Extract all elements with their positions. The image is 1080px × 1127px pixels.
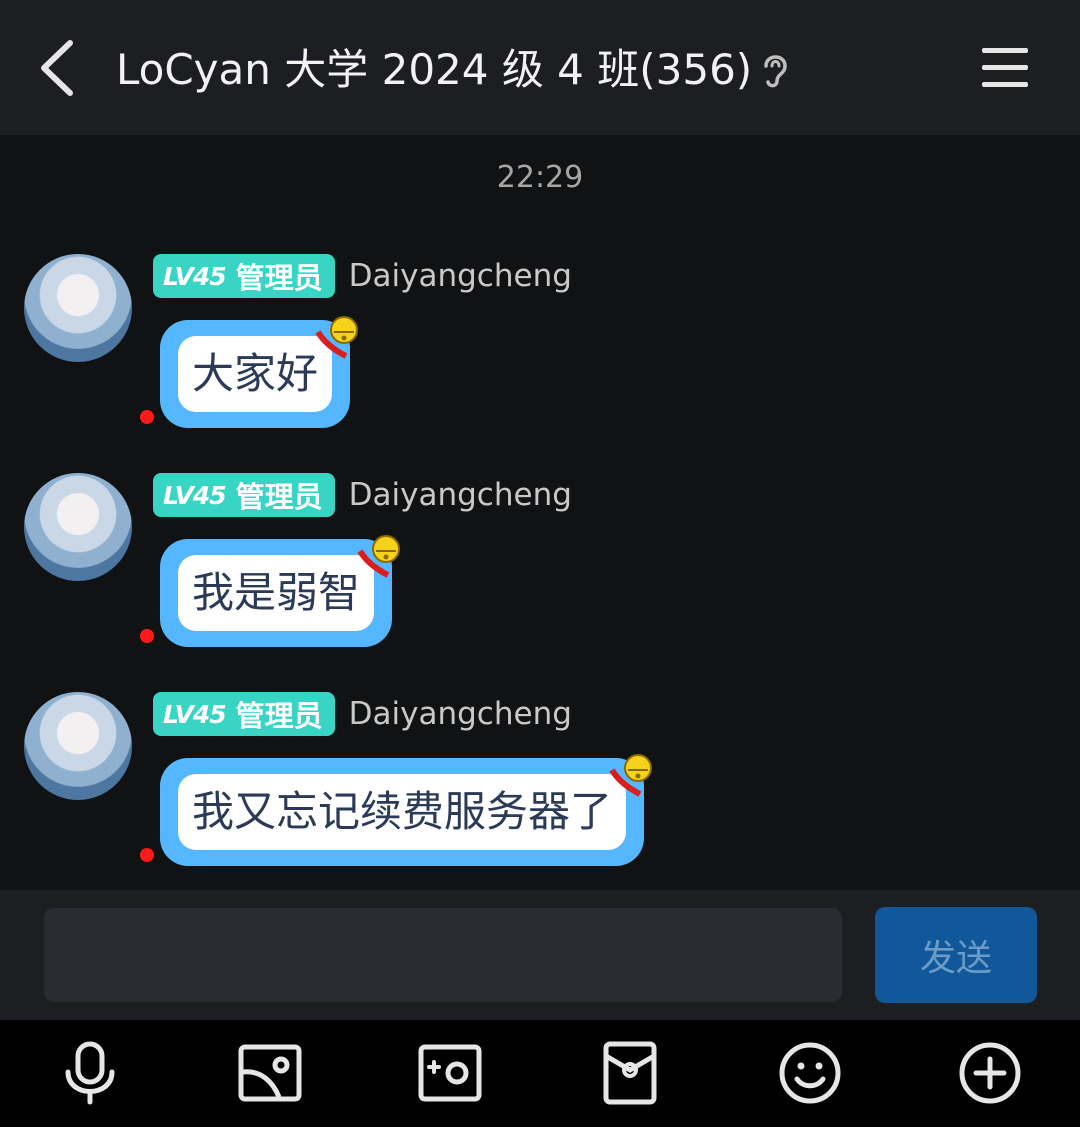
microphone-icon[interactable]	[57, 1040, 123, 1106]
sender-meta: LV45 管理员 Daiyangcheng	[153, 254, 572, 298]
message-bubble[interactable]: 我是弱智	[140, 535, 401, 647]
bottom-toolbar	[0, 1020, 1080, 1127]
avatar[interactable]	[24, 254, 132, 362]
red-packet-icon[interactable]	[597, 1040, 663, 1106]
sender-name[interactable]: Daiyangcheng	[349, 477, 572, 513]
sender-name[interactable]: Daiyangcheng	[349, 258, 572, 294]
image-icon[interactable]	[237, 1040, 303, 1106]
avatar[interactable]	[24, 692, 132, 800]
level-badge: LV45 管理员	[153, 473, 335, 517]
emoji-icon[interactable]	[777, 1040, 843, 1106]
message-bubble[interactable]: 大家好	[140, 316, 359, 428]
sender-meta: LV45 管理员 Daiyangcheng	[153, 692, 572, 736]
avatar[interactable]	[24, 473, 132, 581]
chat-title[interactable]: LoCyan 大学 2024 级 4 班(356)	[116, 40, 752, 100]
level-badge: LV45 管理员	[153, 692, 335, 736]
unread-dot	[140, 848, 154, 862]
sender-meta: LV45 管理员 Daiyangcheng	[153, 473, 572, 517]
send-button[interactable]: 发送	[875, 907, 1037, 1003]
camera-icon[interactable]	[417, 1040, 483, 1106]
top-bar: LoCyan 大学 2024 级 4 班(356)	[0, 0, 1080, 135]
bell-icon	[609, 754, 653, 797]
message-text: 大家好	[178, 336, 333, 412]
message-input[interactable]	[44, 908, 842, 1002]
message-item: LV45 管理员 Daiyangcheng 大家好	[0, 254, 1080, 454]
message-text: 我又忘记续费服务器了	[178, 774, 627, 850]
plus-icon[interactable]	[957, 1040, 1023, 1106]
bell-icon	[315, 316, 359, 359]
unread-dot	[140, 629, 154, 643]
message-text: 我是弱智	[178, 555, 375, 631]
message-item: LV45 管理员 Daiyangcheng 我是弱智	[0, 473, 1080, 673]
unread-dot	[140, 410, 154, 424]
message-timestamp: 22:29	[496, 160, 584, 195]
message-item: LV45 管理员 Daiyangcheng 我又忘记续费服务器了	[0, 692, 1080, 892]
back-arrow-icon[interactable]	[30, 35, 90, 101]
menu-icon[interactable]	[980, 45, 1030, 91]
message-list[interactable]: 22:29 LV45 管理员 Daiyangcheng 大家好 LV45 管理员…	[0, 135, 1080, 890]
message-bubble[interactable]: 我又忘记续费服务器了	[140, 754, 653, 866]
ear-icon[interactable]	[758, 50, 792, 90]
bell-icon	[357, 535, 401, 578]
composer: 发送	[0, 890, 1080, 1020]
level-badge: LV45 管理员	[153, 254, 335, 298]
sender-name[interactable]: Daiyangcheng	[349, 696, 572, 732]
